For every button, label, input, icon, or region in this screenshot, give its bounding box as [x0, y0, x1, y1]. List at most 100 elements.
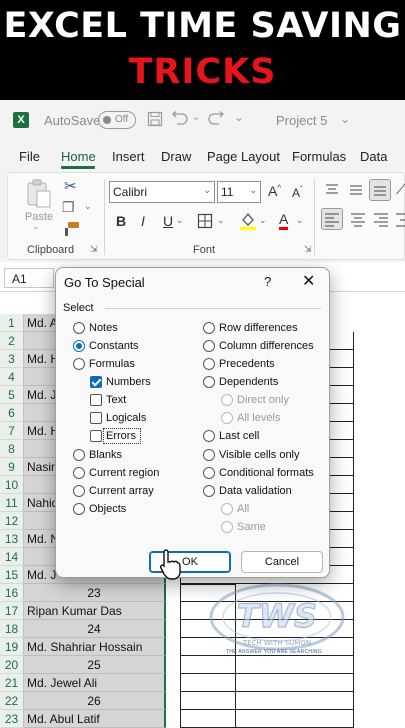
radio-button[interactable]	[73, 449, 85, 461]
clipboard-launcher-icon[interactable]: ⇲	[90, 244, 98, 255]
row-header[interactable]: 18	[0, 620, 24, 638]
middle-align-icon[interactable]	[348, 183, 364, 197]
bold-button[interactable]: B	[116, 213, 126, 229]
cell-a[interactable]: Ripan Kumar Das	[24, 602, 166, 620]
borders-icon[interactable]	[197, 213, 213, 229]
cell-c[interactable]	[236, 710, 354, 728]
radio-button[interactable]	[221, 503, 233, 515]
row-header[interactable]: 12	[0, 512, 24, 530]
undo-dropdown-icon[interactable]: ⌄	[192, 112, 200, 123]
cell-b[interactable]	[180, 710, 236, 728]
radio-button[interactable]	[221, 394, 233, 406]
undo-icon[interactable]	[172, 111, 188, 127]
tab-home[interactable]: Home	[61, 149, 96, 164]
cut-icon[interactable]: ✂	[64, 177, 77, 195]
copy-icon[interactable]: ❐	[62, 199, 75, 216]
cell-b[interactable]	[180, 674, 236, 692]
font-size-select[interactable]: 11 ⌄	[217, 181, 261, 203]
cell-a[interactable]: Md. Abul Latif	[24, 710, 166, 728]
cell-c[interactable]	[236, 692, 354, 710]
save-icon[interactable]	[147, 111, 163, 127]
grow-font-icon[interactable]: A^	[268, 183, 281, 199]
checkbox[interactable]	[90, 376, 102, 388]
row-header[interactable]: 21	[0, 674, 24, 692]
underline-dropdown-icon[interactable]: ⌄	[176, 215, 184, 226]
fill-color-dropdown-icon[interactable]: ⌄	[259, 215, 267, 226]
tab-file[interactable]: File	[19, 149, 40, 164]
row-header[interactable]: 7	[0, 422, 24, 440]
font-launcher-icon[interactable]: ⇲	[304, 244, 312, 255]
row-header[interactable]: 4	[0, 368, 24, 386]
row-header[interactable]: 1	[0, 314, 24, 332]
cell-a[interactable]: Md. Shahriar Hossain	[24, 638, 166, 656]
indent-icon[interactable]	[394, 211, 405, 229]
tab-insert[interactable]: Insert	[112, 149, 145, 164]
checkbox[interactable]	[90, 412, 102, 424]
font-name-select[interactable]: Calibri ⌄	[109, 181, 215, 203]
checkbox[interactable]	[90, 394, 102, 406]
radio-button[interactable]	[73, 322, 85, 334]
radio-button[interactable]	[203, 449, 215, 461]
paste-icon[interactable]	[26, 179, 52, 209]
row-header[interactable]: 15	[0, 566, 24, 584]
row-header[interactable]: 11	[0, 494, 24, 512]
title-dropdown-icon[interactable]: ⌄	[340, 112, 350, 126]
radio-button[interactable]	[203, 376, 215, 388]
row-header[interactable]: 2	[0, 332, 24, 350]
customize-toolbar-icon[interactable]: ⌄	[234, 110, 244, 124]
radio-button[interactable]	[203, 467, 215, 479]
align-left-button[interactable]	[321, 208, 343, 230]
autosave-toggle[interactable]: Off	[98, 111, 136, 129]
cell-a[interactable]: 24	[24, 620, 166, 638]
radio-button[interactable]	[73, 467, 85, 479]
radio-button[interactable]	[203, 340, 215, 352]
align-center-icon[interactable]	[349, 211, 367, 229]
row-header[interactable]: 23	[0, 710, 24, 728]
help-button[interactable]: ?	[264, 274, 271, 289]
radio-button[interactable]	[203, 430, 215, 442]
radio-button[interactable]	[73, 485, 85, 497]
underline-button[interactable]: U	[163, 213, 173, 229]
cell-a[interactable]: Md. Jewel Ali	[24, 674, 166, 692]
format-painter-icon[interactable]	[62, 221, 80, 237]
copy-dropdown-icon[interactable]: ⌄	[84, 201, 92, 212]
font-color-icon[interactable]: A	[279, 211, 289, 230]
name-box[interactable]: A1	[4, 268, 54, 288]
radio-button[interactable]	[73, 340, 85, 352]
row-header[interactable]: 5	[0, 386, 24, 404]
radio-button[interactable]	[203, 322, 215, 334]
paste-dropdown-icon[interactable]: ⌄	[32, 221, 40, 232]
top-align-icon[interactable]	[324, 183, 340, 197]
row-header[interactable]: 13	[0, 530, 24, 548]
row-header[interactable]: 20	[0, 656, 24, 674]
row-header[interactable]: 8	[0, 440, 24, 458]
cell-c[interactable]	[236, 674, 354, 692]
row-header[interactable]: 3	[0, 350, 24, 368]
radio-button[interactable]	[203, 485, 215, 497]
row-header[interactable]: 19	[0, 638, 24, 656]
bottom-align-button[interactable]	[369, 179, 391, 201]
row-header[interactable]: 6	[0, 404, 24, 422]
tab-draw[interactable]: Draw	[161, 149, 191, 164]
shrink-font-icon[interactable]: Aˇ	[292, 185, 303, 200]
tab-page-layout[interactable]: Page Layout	[207, 149, 280, 164]
row-header[interactable]: 9	[0, 458, 24, 476]
font-color-dropdown-icon[interactable]: ⌄	[296, 215, 304, 226]
cell-a[interactable]: 26	[24, 692, 166, 710]
row-header[interactable]: 22	[0, 692, 24, 710]
fill-color-icon[interactable]	[239, 211, 257, 231]
tab-data[interactable]: Data	[360, 149, 387, 164]
cell-b[interactable]	[180, 692, 236, 710]
cancel-button[interactable]: Cancel	[241, 551, 323, 573]
borders-dropdown-icon[interactable]: ⌄	[217, 215, 225, 226]
radio-button[interactable]	[203, 358, 215, 370]
checkbox[interactable]	[90, 430, 102, 442]
align-right-icon[interactable]	[372, 211, 390, 229]
radio-button[interactable]	[73, 358, 85, 370]
orientation-icon[interactable]: ⟋	[396, 181, 405, 198]
row-header[interactable]: 16	[0, 584, 24, 602]
redo-icon[interactable]	[208, 111, 224, 127]
radio-button[interactable]	[221, 521, 233, 533]
row-header[interactable]: 10	[0, 476, 24, 494]
cell-a[interactable]: 23	[24, 584, 166, 602]
